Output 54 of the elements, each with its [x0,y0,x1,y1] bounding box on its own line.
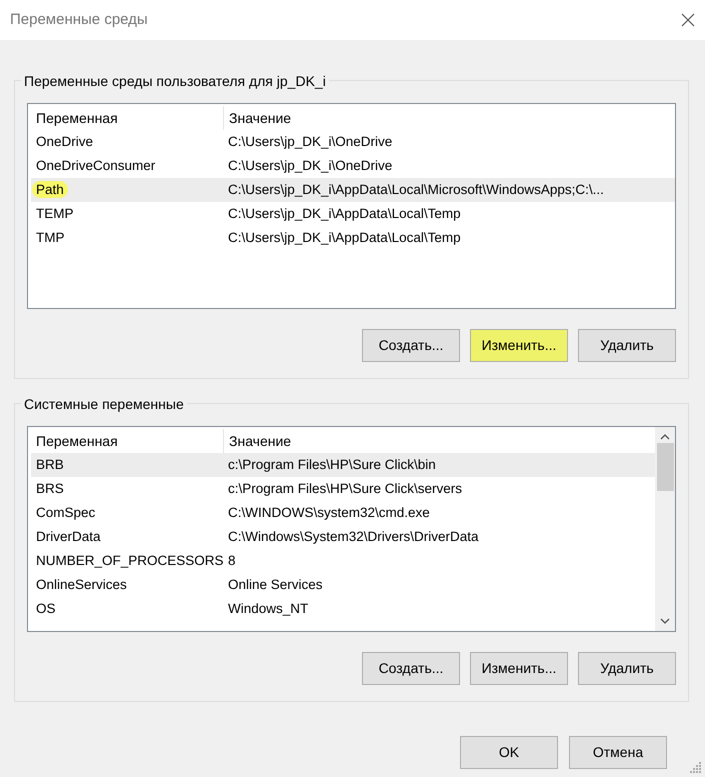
variable-value: C:\Users\jp_DK_i\AppData\Local\Temp [228,206,461,221]
variable-value: C:\Users\jp_DK_i\AppData\Local\Microsoft\WindowsApps;C:\... [228,182,604,197]
list-row[interactable]: NUMBER_OF_PROCESSORS 8 [31,549,655,573]
dialog-button[interactable]: Изменить... [470,652,568,685]
variable-value: 8 [228,552,236,568]
list-row[interactable]: BRB c:\Program Files\HP\Sure Click\bin [31,453,655,477]
dialog-button[interactable]: OK [460,736,558,769]
variable-name: TMP [36,230,64,245]
close-icon[interactable] [681,13,695,27]
dialog-button[interactable]: Удалить [578,329,676,362]
variable-value: c:\Program Files\HP\Sure Click\servers [228,480,462,496]
variable-name: BRB [36,456,64,472]
variable-name: OneDrive [36,134,94,149]
variable-name: OneDriveConsumer [36,158,156,173]
list-row[interactable]: DriverData C:\Windows\System32\Drivers\DriverData [31,525,655,549]
variable-value: c:\Program Files\HP\Sure Click\bin [228,456,436,472]
variable-value: C:\Users\jp_DK_i\OneDrive [228,134,392,149]
dialog-button[interactable]: Создать... [362,329,460,362]
dialog-button[interactable]: Удалить [578,652,676,685]
scrollbar[interactable] [655,427,675,631]
list-row[interactable]: TEMP C:\Users\jp_DK_i\AppData\Local\Temp [31,202,675,226]
variable-value: C:\Users\jp_DK_i\OneDrive [228,158,392,173]
resize-grip-icon[interactable] [690,762,702,774]
column-header[interactable]: Переменная [31,108,223,128]
variable-name: ComSpec [36,504,96,520]
dialog-button[interactable]: Изменить... [470,329,568,362]
scrollbar-thumb[interactable] [656,443,674,491]
variable-value: C:\WINDOWS\system32\cmd.exe [228,504,430,520]
variable-name: TEMP [36,206,74,221]
variable-name: OnlineServices [36,576,127,592]
window-title: Переменные среды [10,10,148,30]
list-row[interactable]: OnlineServices Online Services [31,573,655,597]
variable-name: Path [32,180,68,198]
scroll-down-icon[interactable] [660,617,670,625]
list-row[interactable]: TMP C:\Users\jp_DK_i\AppData\Local\Temp [31,226,675,250]
variable-name: NUMBER_OF_PROCESSORS [36,552,224,568]
list-row[interactable]: ComSpec C:\WINDOWS\system32\cmd.exe [31,501,655,525]
list-row[interactable]: OneDrive C:\Users\jp_DK_i\OneDrive [31,130,675,154]
list-row[interactable]: OneDriveConsumer C:\Users\jp_DK_i\OneDrive [31,154,675,178]
variable-value: Windows_NT [228,600,308,616]
variable-value: Online Services [228,576,323,592]
variable-name: DriverData [36,528,101,544]
list-row[interactable]: Path C:\Users\jp_DK_i\AppData\Local\Microsoft\WindowsApps;C:\... [31,178,675,202]
dialog-button[interactable]: Создать... [362,652,460,685]
column-header[interactable]: Значение [223,106,675,130]
variable-value: C:\Windows\System32\Drivers\DriverData [228,528,479,544]
column-header[interactable]: Переменная [31,430,223,452]
variable-value: C:\Users\jp_DK_i\AppData\Local\Temp [228,230,461,245]
list-row[interactable]: BRS c:\Program Files\HP\Sure Click\servers [31,477,655,501]
dialog-button[interactable]: Отмена [569,736,667,769]
scroll-up-icon[interactable] [660,433,670,441]
variable-name: BRS [36,480,64,496]
list-row[interactable]: OS Windows_NT [31,597,655,621]
variable-name: OS [36,600,56,616]
